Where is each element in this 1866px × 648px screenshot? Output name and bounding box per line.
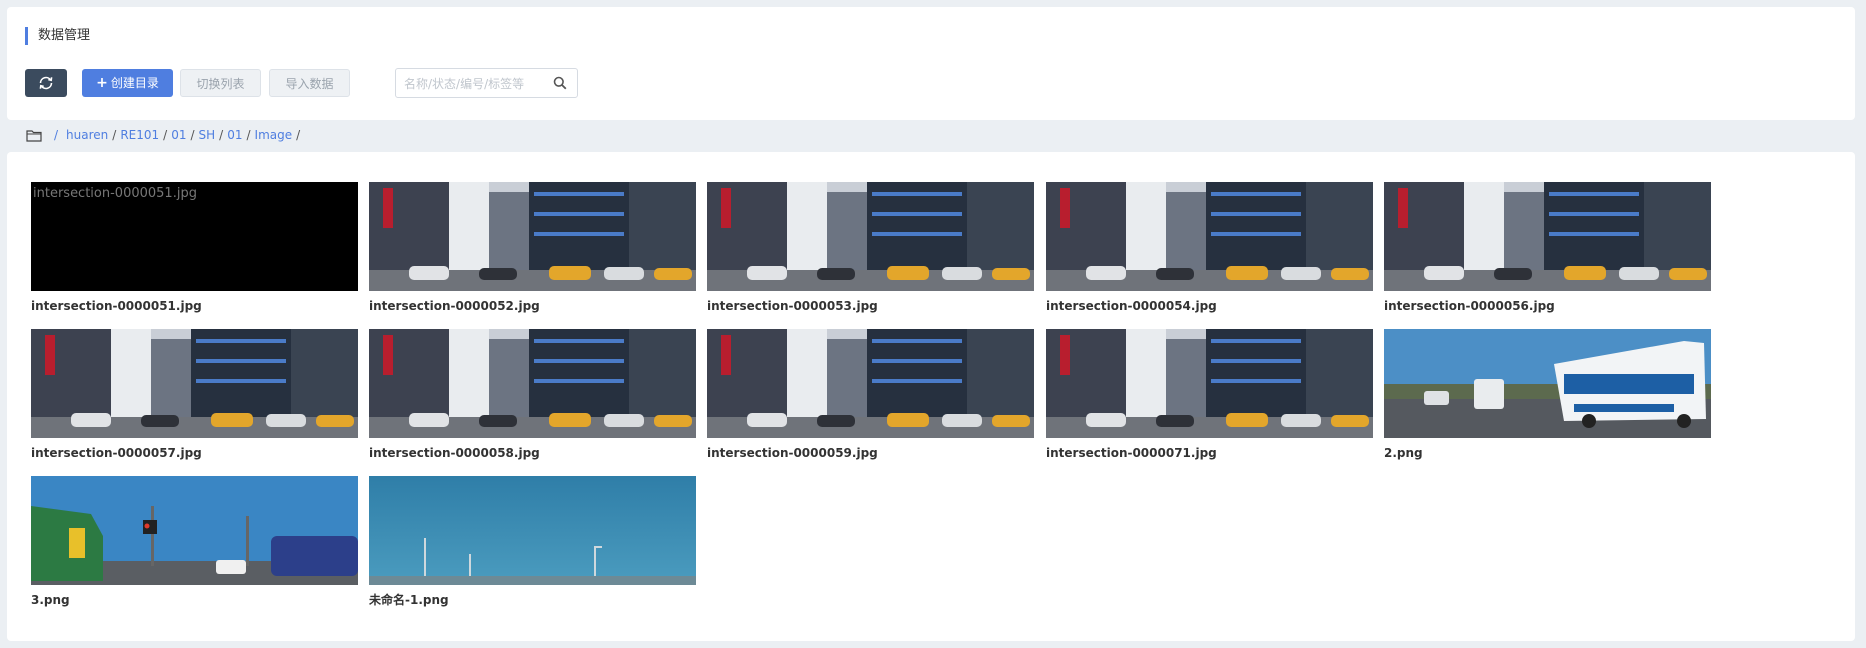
breadcrumb-separator: / (219, 128, 224, 142)
breadcrumb: / huaren / RE101 / 01 / SH / 01 / Image … (26, 126, 304, 144)
import-data-button[interactable]: 导入数据 (269, 69, 350, 97)
breadcrumb-separator: / (296, 128, 301, 142)
create-directory-button[interactable]: + 创建目录 (82, 69, 173, 97)
search-input[interactable] (402, 69, 556, 99)
file-tile[interactable]: 3.png (31, 476, 358, 608)
toolbar: + 创建目录 切换列表 导入数据 (25, 61, 1025, 99)
page-title: 数据管理 (25, 27, 90, 45)
file-tile[interactable]: intersection-0000051.jpg intersection-00… (31, 182, 358, 314)
file-name[interactable]: intersection-0000053.jpg (707, 298, 1034, 314)
file-thumbnail[interactable] (1046, 329, 1373, 438)
file-name[interactable]: intersection-0000058.jpg (369, 445, 696, 461)
file-name[interactable]: 3.png (31, 592, 358, 608)
file-thumbnail[interactable] (1046, 182, 1373, 291)
file-name[interactable]: intersection-0000056.jpg (1384, 298, 1711, 314)
file-thumbnail[interactable] (369, 476, 696, 585)
file-thumbnail[interactable] (707, 329, 1034, 438)
file-thumbnail[interactable] (369, 329, 696, 438)
file-tile[interactable]: intersection-0000059.jpg (707, 329, 1034, 461)
breadcrumb-separator: / (246, 128, 251, 142)
file-thumbnail[interactable] (31, 476, 358, 585)
file-tile[interactable]: intersection-0000053.jpg (707, 182, 1034, 314)
breadcrumb-separator: / (163, 128, 168, 142)
breadcrumb-item-image[interactable]: Image (255, 126, 293, 144)
breadcrumb-separator: / (54, 128, 59, 142)
broken-image-alt-text: intersection-0000051.jpg (33, 186, 197, 201)
file-thumbnail[interactable] (369, 182, 696, 291)
header-card: 数据管理 + 创建目录 切换列表 导入数据 (7, 7, 1855, 120)
breadcrumb-item-01-sub[interactable]: 01 (227, 126, 242, 144)
file-thumbnail[interactable] (31, 329, 358, 438)
file-thumbnail[interactable] (707, 182, 1034, 291)
search-icon[interactable] (553, 76, 567, 90)
file-thumbnail[interactable] (1384, 329, 1711, 438)
search-box (395, 68, 578, 99)
breadcrumb-item-huaren[interactable]: huaren (66, 126, 108, 144)
file-name[interactable]: intersection-0000051.jpg (31, 298, 358, 314)
breadcrumb-item-re101[interactable]: RE101 (120, 126, 159, 144)
file-tile[interactable]: intersection-0000071.jpg (1046, 329, 1373, 461)
breadcrumb-item-01[interactable]: 01 (171, 126, 186, 144)
file-tile[interactable]: intersection-0000057.jpg (31, 329, 358, 461)
breadcrumb-separator: / (112, 128, 117, 142)
refresh-button[interactable] (25, 69, 67, 97)
file-name[interactable]: intersection-0000054.jpg (1046, 298, 1373, 314)
file-name[interactable]: 2.png (1384, 445, 1711, 461)
plus-icon: + (96, 75, 108, 91)
file-thumbnail[interactable] (1384, 182, 1711, 291)
file-tile[interactable]: intersection-0000052.jpg (369, 182, 696, 314)
create-directory-label: 创建目录 (110, 76, 159, 90)
file-name[interactable]: intersection-0000059.jpg (707, 445, 1034, 461)
file-name[interactable]: intersection-0000071.jpg (1046, 445, 1373, 461)
file-tile[interactable]: 2.png (1384, 329, 1711, 461)
file-name[interactable]: intersection-0000052.jpg (369, 298, 696, 314)
file-tile[interactable]: 未命名-1.png (369, 476, 696, 608)
folder-icon[interactable] (26, 129, 42, 142)
import-data-label: 导入数据 (285, 77, 334, 91)
switch-list-button[interactable]: 切换列表 (180, 69, 261, 97)
switch-list-label: 切换列表 (196, 77, 245, 91)
file-tile[interactable]: intersection-0000058.jpg (369, 329, 696, 461)
refresh-icon (39, 76, 53, 90)
file-name[interactable]: intersection-0000057.jpg (31, 445, 358, 461)
breadcrumb-separator: / (190, 128, 195, 142)
file-tile[interactable]: intersection-0000054.jpg (1046, 182, 1373, 314)
file-tile[interactable]: intersection-0000056.jpg (1384, 182, 1711, 314)
breadcrumb-item-sh[interactable]: SH (199, 126, 216, 144)
file-name[interactable]: 未命名-1.png (369, 592, 696, 608)
file-thumbnail[interactable]: intersection-0000051.jpg (31, 182, 358, 291)
